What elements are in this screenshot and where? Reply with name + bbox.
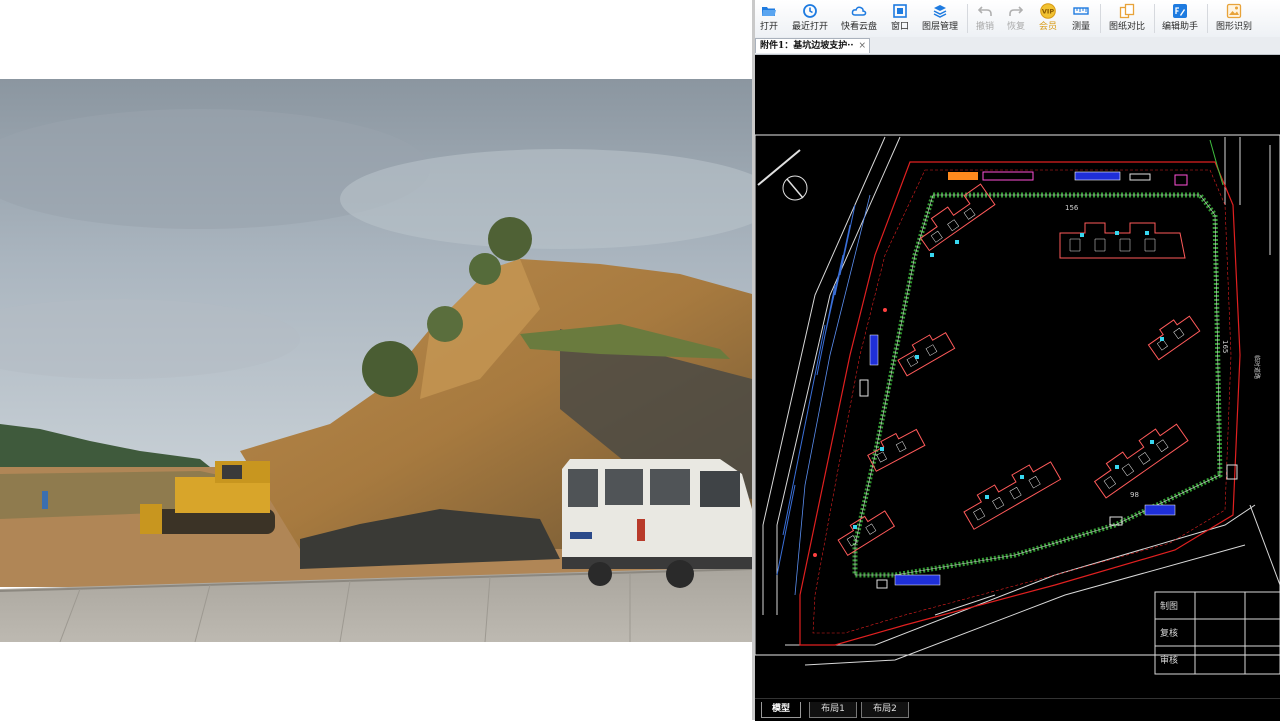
site-plan-drawing: 156 165 98 临时道路 制图 复核 审核 bbox=[755, 134, 1280, 675]
vip-label: 会员 bbox=[1038, 22, 1057, 32]
recent-open-label: 最近打开 bbox=[791, 22, 828, 32]
layer-manager-button[interactable]: 图层管理 bbox=[920, 2, 960, 36]
measure-button[interactable]: 测量 bbox=[1069, 2, 1093, 36]
building-8 bbox=[837, 510, 896, 557]
image-recognition-icon bbox=[1226, 3, 1242, 19]
redo-button[interactable]: 恢复 bbox=[1005, 2, 1027, 36]
drawing-compare-label: 图纸对比 bbox=[1108, 22, 1145, 32]
layers-icon bbox=[933, 5, 947, 18]
edit-assistant-icon bbox=[1173, 4, 1187, 18]
title-block-drafter: 制图 bbox=[1160, 600, 1178, 612]
title-block-reviewer: 复核 bbox=[1160, 627, 1178, 639]
document-tab-title: 附件1：基坑边坡支护·· bbox=[760, 41, 854, 51]
document-tab[interactable]: 附件1：基坑边坡支护·· × bbox=[755, 38, 870, 53]
north-arrow-icon bbox=[757, 149, 808, 201]
image-recognition-button[interactable]: 图形识别 bbox=[1214, 2, 1254, 36]
window-label: 窗口 bbox=[890, 22, 909, 32]
building-7 bbox=[1093, 423, 1189, 499]
building-4 bbox=[1147, 315, 1201, 361]
building-3 bbox=[897, 332, 956, 377]
cloud-icon bbox=[851, 6, 867, 16]
building-2 bbox=[1059, 222, 1186, 259]
tab-layout2[interactable]: 布局2 bbox=[861, 702, 909, 718]
property-boundary bbox=[799, 161, 1241, 646]
vip-button[interactable]: VIP 会员 bbox=[1037, 2, 1059, 36]
toolbar-separator bbox=[1207, 4, 1208, 33]
close-tab-icon[interactable]: × bbox=[858, 39, 866, 54]
toolbar-separator bbox=[1100, 4, 1101, 33]
side-note: 临时道路 bbox=[1253, 355, 1261, 379]
edit-assistant-button[interactable]: 编辑助手 bbox=[1160, 2, 1200, 36]
photo-viewer bbox=[0, 0, 752, 720]
tab-layout1[interactable]: 布局1 bbox=[809, 702, 857, 718]
layout-tab-bar: 模型 布局1 布局2 bbox=[755, 698, 1280, 721]
white-van bbox=[562, 459, 752, 588]
buildings bbox=[837, 183, 1201, 557]
cloud-drive-label: 快看云盘 bbox=[840, 22, 877, 32]
foundation-pit-outline bbox=[852, 192, 1223, 578]
site-photo-illustration bbox=[0, 79, 752, 642]
main-toolbar: 打开 最近打开 快看云盘 窗口 图层管理 撤销 恢复 VIP 会员 测量 图纸对… bbox=[755, 0, 1280, 38]
redo-icon bbox=[1009, 6, 1024, 16]
title-block: 制图 复核 审核 bbox=[1154, 591, 1280, 675]
toolbar-separator bbox=[967, 4, 968, 33]
undo-label: 撤销 bbox=[975, 22, 994, 32]
svg-text:VIP: VIP bbox=[1042, 8, 1054, 16]
vip-badge-icon: VIP bbox=[1040, 3, 1056, 19]
building-5 bbox=[867, 428, 926, 472]
document-tab-bar: 附件1：基坑边坡支护·· × bbox=[755, 37, 1280, 55]
window-button[interactable]: 窗口 bbox=[888, 2, 912, 36]
dimension-right: 165 bbox=[1221, 340, 1229, 353]
cad-viewer-app: 打开 最近打开 快看云盘 窗口 图层管理 撤销 恢复 VIP 会员 测量 图纸对… bbox=[755, 0, 1280, 721]
title-block-approver: 审核 bbox=[1160, 654, 1178, 666]
window-icon bbox=[893, 4, 907, 18]
drawing-compare-button[interactable]: 图纸对比 bbox=[1107, 2, 1147, 36]
layer-manager-label: 图层管理 bbox=[921, 22, 958, 32]
tab-model[interactable]: 模型 bbox=[761, 702, 801, 718]
measure-label: 测量 bbox=[1071, 22, 1090, 32]
open-label: 打开 bbox=[759, 22, 778, 32]
image-recognition-label: 图形识别 bbox=[1215, 22, 1252, 32]
toolbar-separator bbox=[1154, 4, 1155, 33]
construction-site-photo bbox=[0, 79, 752, 642]
building-markers bbox=[853, 231, 1164, 529]
clock-icon bbox=[803, 4, 817, 18]
drawing-canvas[interactable]: 156 165 98 临时道路 制图 复核 审核 bbox=[755, 55, 1280, 698]
folder-open-icon bbox=[762, 7, 776, 16]
dimension-top: 156 bbox=[1065, 204, 1079, 212]
cloud-drive-button[interactable]: 快看云盘 bbox=[839, 2, 879, 36]
recent-open-button[interactable]: 最近打开 bbox=[790, 2, 830, 36]
undo-icon bbox=[977, 6, 992, 16]
open-button[interactable]: 打开 bbox=[758, 2, 780, 36]
ruler-icon bbox=[1073, 7, 1089, 15]
edit-assistant-label: 编辑助手 bbox=[1161, 22, 1198, 32]
building-6 bbox=[963, 461, 1062, 530]
redo-label: 恢复 bbox=[1006, 22, 1025, 32]
undo-button[interactable]: 撤销 bbox=[974, 2, 996, 36]
compare-icon bbox=[1119, 3, 1135, 19]
dimension-bottom: 98 bbox=[1130, 491, 1139, 499]
